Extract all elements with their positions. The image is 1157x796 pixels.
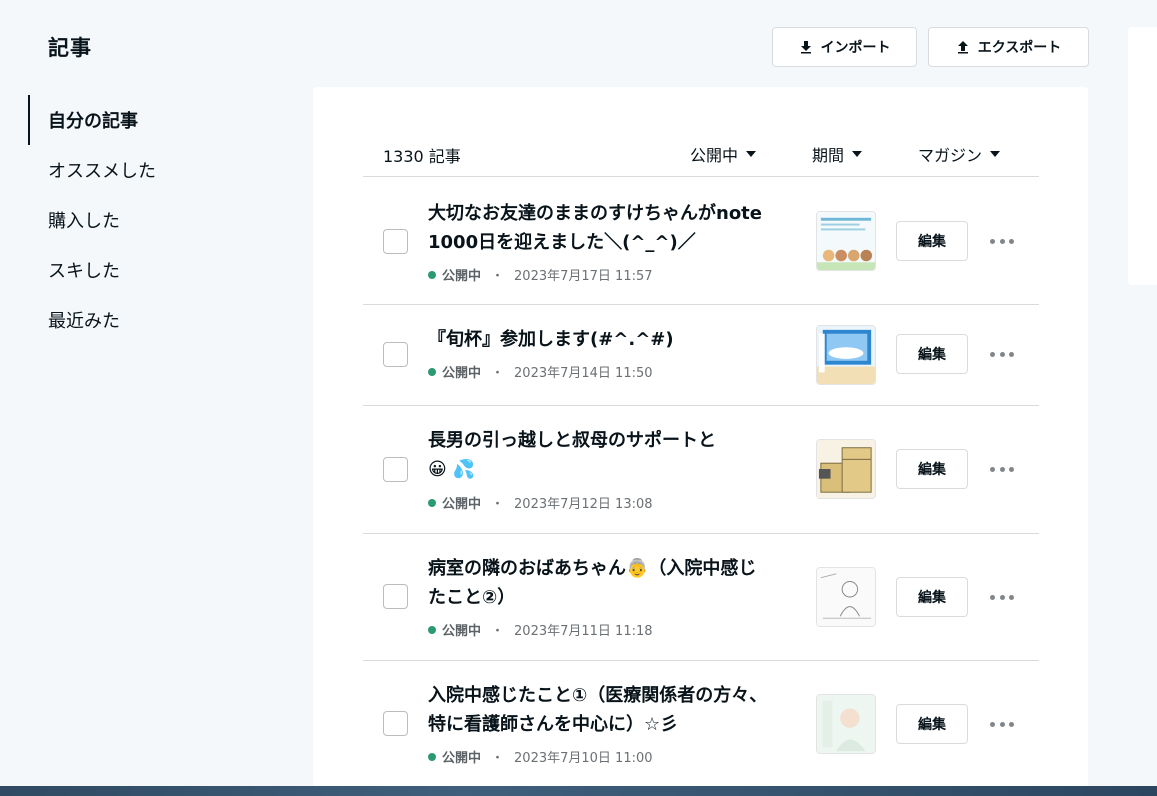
thumbnail-image bbox=[817, 440, 875, 498]
more-options-icon[interactable] bbox=[990, 714, 1014, 734]
right-panel bbox=[1128, 27, 1157, 285]
edit-button[interactable]: 編集 bbox=[896, 221, 968, 261]
article-thumbnail[interactable] bbox=[816, 567, 876, 627]
article-date: 2023年7月12日 13:08 bbox=[514, 497, 653, 512]
status-dot-icon bbox=[428, 367, 436, 376]
article-date: 2023年7月14日 11:50 bbox=[514, 366, 653, 381]
article-row: 大切なお友達のままのすけちゃんがnote1000日を迎えました＼(^_^)／ 公… bbox=[363, 178, 1039, 305]
meta-separator: ・ bbox=[491, 269, 505, 284]
article-date: 2023年7月10日 11:00 bbox=[514, 751, 653, 766]
article-meta: 公開中 ・ 2023年7月12日 13:08 bbox=[428, 493, 653, 512]
article-thumbnail[interactable] bbox=[816, 694, 876, 754]
article-row: 長男の引っ越しと叔母のサポートと 😀 💦 公開中 ・ 2023年7月12日 13… bbox=[363, 406, 1039, 534]
sidebar-item-my-articles[interactable]: 自分の記事 bbox=[28, 95, 248, 145]
meta-separator: ・ bbox=[491, 624, 505, 639]
taskbar-strip bbox=[0, 786, 1157, 796]
meta-separator: ・ bbox=[491, 366, 505, 381]
article-title-text: 長男の引っ越しと叔母のサポートと bbox=[428, 430, 716, 451]
meta-separator: ・ bbox=[491, 751, 505, 766]
article-checkbox[interactable] bbox=[383, 584, 408, 609]
status-badge: 公開中 bbox=[442, 497, 482, 512]
article-meta: 公開中 ・ 2023年7月17日 11:57 bbox=[428, 265, 653, 284]
sidebar-item-recently-viewed[interactable]: 最近みた bbox=[28, 295, 248, 345]
article-thumbnail[interactable] bbox=[816, 211, 876, 271]
thumbnail-image bbox=[817, 568, 875, 626]
status-filter[interactable]: 公開中 bbox=[690, 142, 757, 166]
article-title[interactable]: 『旬杯』参加します(#^.^#) bbox=[428, 325, 768, 354]
article-meta: 公開中 ・ 2023年7月11日 11:18 bbox=[428, 620, 653, 639]
import-button-label: インポート bbox=[820, 40, 891, 56]
status-badge: 公開中 bbox=[442, 269, 482, 284]
top-actions: インポート エクスポート bbox=[772, 27, 1089, 67]
status-badge: 公開中 bbox=[442, 751, 482, 766]
export-button-label: エクスポート bbox=[977, 40, 1062, 56]
caret-down-icon bbox=[852, 151, 863, 157]
edit-button[interactable]: 編集 bbox=[896, 577, 968, 617]
thumbnail-image bbox=[817, 695, 875, 753]
sidebar-item-purchased[interactable]: 購入した bbox=[28, 195, 248, 245]
magazine-filter-label: マガジン bbox=[918, 146, 983, 165]
edit-button[interactable]: 編集 bbox=[896, 334, 968, 374]
thumbnail-image bbox=[817, 326, 875, 384]
caret-down-icon bbox=[746, 151, 757, 157]
magazine-filter[interactable]: マガジン bbox=[918, 142, 1001, 166]
article-title[interactable]: 長男の引っ越しと叔母のサポートと 😀 💦 bbox=[428, 426, 768, 484]
import-button[interactable]: インポート bbox=[772, 27, 917, 67]
sidebar-nav: 自分の記事 オススメした 購入した スキした 最近みた bbox=[28, 95, 248, 345]
article-title-emoji: 😀 💦 bbox=[428, 459, 475, 480]
article-title[interactable]: 大切なお友達のままのすけちゃんがnote1000日を迎えました＼(^_^)／ bbox=[428, 199, 768, 257]
article-meta: 公開中 ・ 2023年7月14日 11:50 bbox=[428, 362, 653, 381]
article-title[interactable]: 病室の隣のおばあちゃん👵（入院中感じたこと②） bbox=[428, 554, 768, 612]
sidebar-item-liked[interactable]: スキした bbox=[28, 245, 248, 295]
article-date: 2023年7月11日 11:18 bbox=[514, 624, 653, 639]
list-header: 1330 記事 公開中 期間 マガジン bbox=[363, 139, 1039, 177]
status-badge: 公開中 bbox=[442, 624, 482, 639]
status-badge: 公開中 bbox=[442, 366, 482, 381]
article-count: 1330 記事 bbox=[383, 147, 461, 166]
status-dot-icon bbox=[428, 752, 436, 761]
edit-button[interactable]: 編集 bbox=[896, 704, 968, 744]
article-meta: 公開中 ・ 2023年7月10日 11:00 bbox=[428, 747, 653, 766]
edit-button[interactable]: 編集 bbox=[896, 449, 968, 489]
download-icon bbox=[800, 41, 811, 54]
meta-separator: ・ bbox=[491, 497, 505, 512]
more-options-icon[interactable] bbox=[990, 587, 1014, 607]
article-title[interactable]: 入院中感じたこと①（医療関係者の方々、特に看護師さんを中心に）☆彡 bbox=[428, 681, 768, 739]
article-row: 病室の隣のおばあちゃん👵（入院中感じたこと②） 公開中 ・ 2023年7月11日… bbox=[363, 534, 1039, 661]
sidebar-item-recommended[interactable]: オススメした bbox=[28, 145, 248, 195]
page-title: 記事 bbox=[48, 36, 92, 60]
thumbnail-image bbox=[817, 212, 875, 270]
more-options-icon[interactable] bbox=[990, 459, 1014, 479]
article-checkbox[interactable] bbox=[383, 229, 408, 254]
article-thumbnail[interactable] bbox=[816, 325, 876, 385]
article-date: 2023年7月17日 11:57 bbox=[514, 269, 653, 284]
article-checkbox[interactable] bbox=[383, 457, 408, 482]
more-options-icon[interactable] bbox=[990, 231, 1014, 251]
article-row: 『旬杯』参加します(#^.^#) 公開中 ・ 2023年7月14日 11:50 … bbox=[363, 305, 1039, 406]
status-dot-icon bbox=[428, 625, 436, 634]
status-dot-icon bbox=[428, 270, 436, 279]
status-dot-icon bbox=[428, 498, 436, 507]
article-checkbox[interactable] bbox=[383, 342, 408, 367]
upload-icon bbox=[957, 41, 968, 54]
article-thumbnail[interactable] bbox=[816, 439, 876, 499]
article-checkbox[interactable] bbox=[383, 711, 408, 736]
article-list-card: 1330 記事 公開中 期間 マガジン 大切なお友達のままのすけちゃんがnote… bbox=[313, 87, 1088, 796]
export-button[interactable]: エクスポート bbox=[928, 27, 1089, 67]
period-filter-label: 期間 bbox=[812, 146, 845, 165]
caret-down-icon bbox=[990, 151, 1001, 157]
article-row: 入院中感じたこと①（医療関係者の方々、特に看護師さんを中心に）☆彡 公開中 ・ … bbox=[363, 661, 1039, 789]
status-filter-label: 公開中 bbox=[690, 146, 739, 165]
period-filter[interactable]: 期間 bbox=[812, 142, 863, 166]
more-options-icon[interactable] bbox=[990, 344, 1014, 364]
